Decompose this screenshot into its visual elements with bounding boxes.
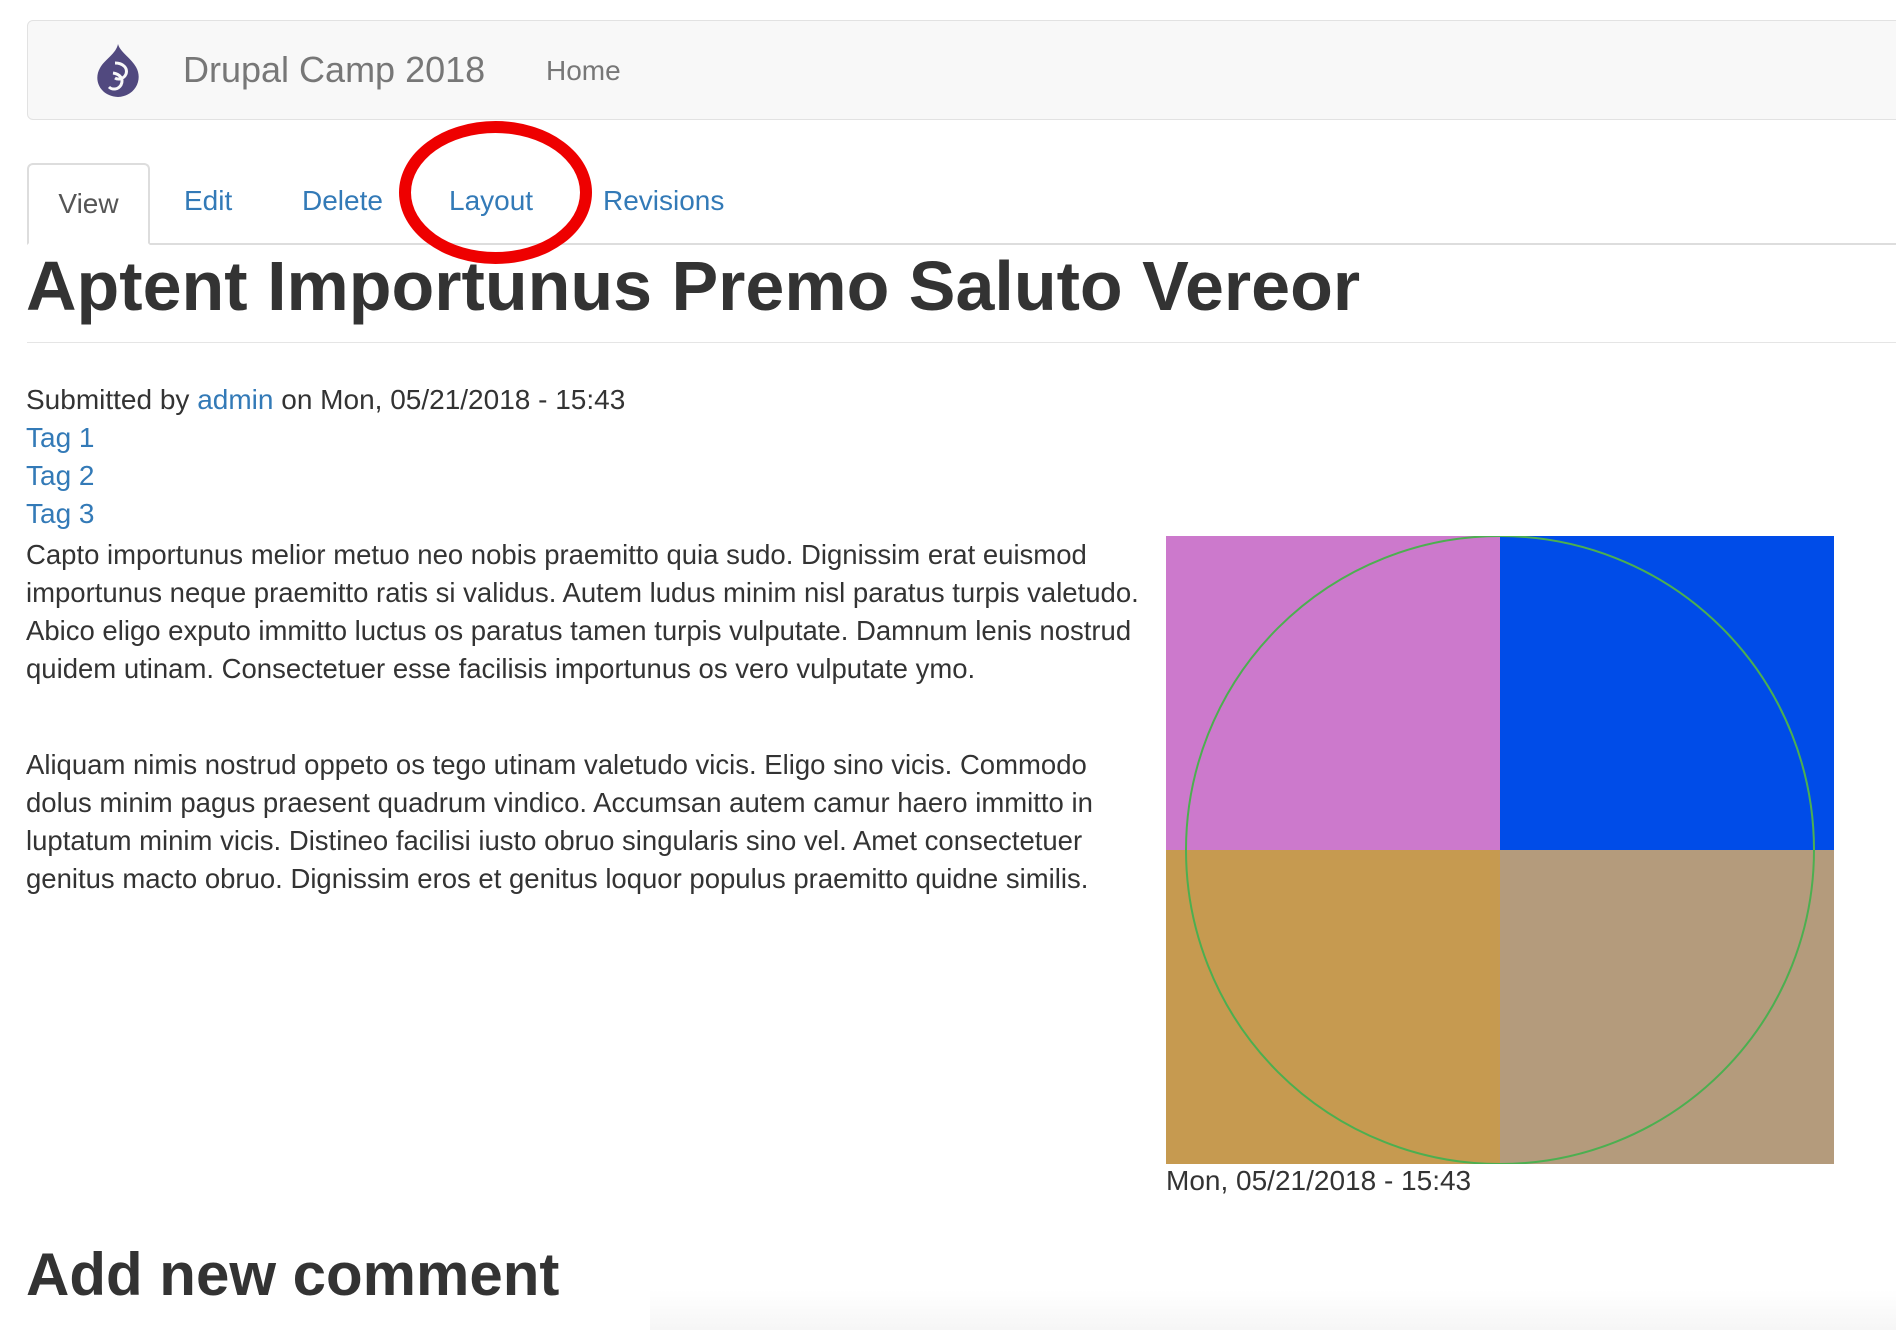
site-navbar: Drupal Camp 2018 Home [27, 20, 1896, 120]
tab-delete[interactable]: Delete [302, 185, 383, 217]
tab-view[interactable]: View [27, 163, 150, 245]
add-comment-heading: Add new comment [26, 1241, 560, 1308]
site-name-link[interactable]: Drupal Camp 2018 [183, 49, 485, 91]
drupal-drop-icon[interactable] [87, 40, 149, 102]
tag-link[interactable]: Tag 2 [26, 460, 95, 492]
article-image [1166, 536, 1834, 1164]
page-title: Aptent Importunus Premo Saluto Vereor [26, 247, 1361, 325]
submitted-prefix: Submitted by [26, 384, 190, 415]
body-paragraph: Aliquam nimis nostrud oppeto os tego uti… [26, 749, 1093, 894]
title-divider [27, 342, 1896, 343]
page: Drupal Camp 2018 Home View Edit Delete L… [0, 0, 1896, 1330]
tab-layout[interactable]: Layout [449, 185, 533, 217]
submitted-date: on Mon, 05/21/2018 - 15:43 [281, 384, 626, 415]
tag-link[interactable]: Tag 3 [26, 498, 95, 530]
author-link[interactable]: admin [197, 384, 273, 415]
body-paragraph: Capto importunus melior metuo neo nobis … [26, 539, 1139, 684]
image-date: Mon, 05/21/2018 - 15:43 [1166, 1165, 1472, 1196]
submitted-byline: Submitted by admin on Mon, 05/21/2018 - … [26, 384, 625, 416]
bottom-fade [650, 1290, 1896, 1330]
tab-edit[interactable]: Edit [184, 185, 232, 217]
tag-link[interactable]: Tag 1 [26, 422, 95, 454]
nav-link-home[interactable]: Home [546, 55, 621, 87]
local-tasks-tabs: View Edit Delete Layout Revisions [27, 163, 1896, 245]
tab-revisions[interactable]: Revisions [603, 185, 724, 217]
